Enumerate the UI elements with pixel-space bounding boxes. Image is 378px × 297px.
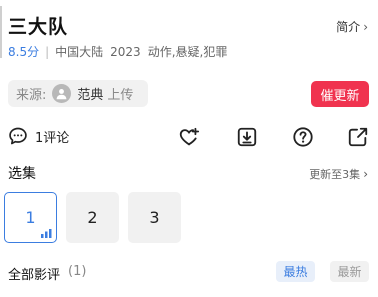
upload-text: 上传 <box>107 88 134 103</box>
episode-number: 1 <box>25 208 36 227</box>
favorite-add-button[interactable] <box>178 126 200 148</box>
share-icon <box>348 127 368 147</box>
share-button[interactable] <box>347 126 369 148</box>
source-label: 来源: <box>16 88 47 103</box>
episode-number: 2 <box>87 208 98 227</box>
meta-line: 8.5分 | 中国大陆 2023 动作,悬疑,犯罪 <box>8 43 227 60</box>
reviews-title: 全部影评 <box>8 268 61 283</box>
download-button[interactable] <box>236 126 258 148</box>
urge-update-button[interactable]: 催更新 <box>311 81 369 107</box>
user-icon <box>57 89 67 100</box>
download-icon <box>237 127 257 147</box>
episodes-heading: 选集 <box>8 166 36 182</box>
comment-icon <box>9 127 27 145</box>
sort-new-button[interactable]: 最新 <box>330 261 369 282</box>
uploader-name: 范典 <box>77 88 104 103</box>
action-row: 1评论 <box>0 126 378 152</box>
comment-count: 1评论 <box>35 130 70 146</box>
genres: 动作,悬疑,犯罪 <box>147 45 228 59</box>
question-icon <box>293 127 313 147</box>
episode-item[interactable]: 3 <box>128 192 181 243</box>
episode-item[interactable]: 2 <box>66 192 119 243</box>
chevron-right-icon: › <box>363 19 368 34</box>
intro-label: 简介 <box>336 20 361 34</box>
divider: | <box>45 44 50 59</box>
help-button[interactable] <box>292 126 314 148</box>
year: 2023 <box>110 44 141 59</box>
episode-number: 3 <box>149 208 160 227</box>
region: 中国大陆 <box>55 45 104 59</box>
comment-button[interactable]: 1评论 <box>8 126 69 146</box>
update-status-link[interactable]: 更新至3集 › <box>309 166 368 182</box>
episode-item[interactable]: 1 <box>4 192 57 243</box>
page-title: 三大队 <box>8 16 69 38</box>
playing-bars-icon <box>41 229 52 238</box>
scroll-indicator <box>0 6 2 58</box>
sort-hot-button[interactable]: 最热 <box>276 261 315 282</box>
intro-link[interactable]: 简介 › <box>336 18 368 35</box>
update-status: 更新至3集 <box>309 168 361 181</box>
heart-plus-icon <box>179 127 200 146</box>
reviews-heading: 全部影评 (1) <box>8 264 86 283</box>
reviews-count: (1) <box>68 264 87 279</box>
avatar <box>52 84 72 103</box>
source-pill[interactable]: 来源: 范典 上传 <box>8 80 148 107</box>
chevron-right-icon: › <box>363 167 368 181</box>
score: 8.5分 <box>8 45 40 59</box>
